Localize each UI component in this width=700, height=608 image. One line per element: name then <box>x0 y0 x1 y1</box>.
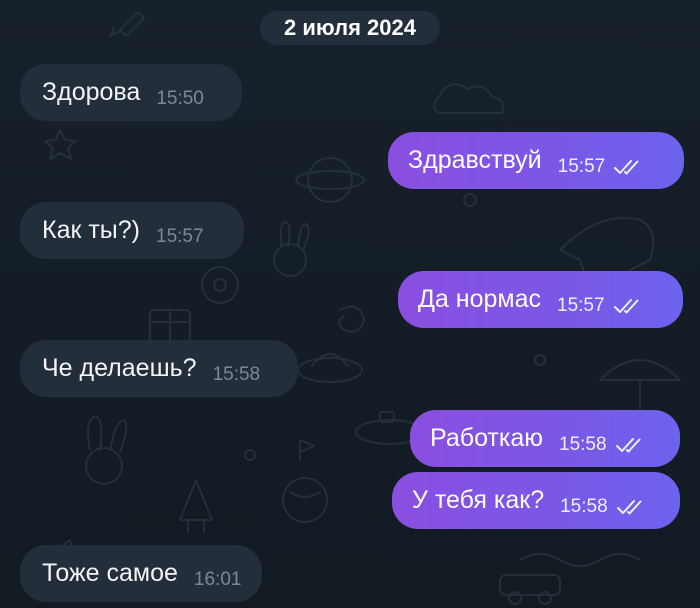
message-bubble-outgoing[interactable]: Здравствуй 15:57 <box>388 132 684 189</box>
message-time: 15:57 <box>156 225 204 247</box>
message-bubble-incoming[interactable]: Тоже самое 16:01 <box>20 545 262 602</box>
double-check-icon <box>613 298 639 313</box>
message-time: 15:58 <box>212 363 261 385</box>
message-text: Че делаешь? <box>42 354 197 382</box>
message-time: 15:58 <box>559 433 607 455</box>
message-text: Как ты?) <box>42 216 140 244</box>
message-bubble-outgoing[interactable]: Да нормас 15:57 <box>398 271 683 328</box>
message-text: Да нормас <box>418 285 541 313</box>
double-check-icon <box>616 499 642 514</box>
message-bubble-outgoing[interactable]: Работкаю 15:58 <box>410 410 680 467</box>
message-time: 15:58 <box>560 495 608 517</box>
date-separator: 2 июля 2024 <box>260 11 440 45</box>
message-text: Здравствуй <box>408 146 542 174</box>
message-bubble-outgoing[interactable]: У тебя как? 15:58 <box>392 472 680 529</box>
message-time: 15:57 <box>557 294 605 316</box>
message-text: У тебя как? <box>412 486 545 514</box>
message-bubble-incoming[interactable]: Че делаешь? 15:58 <box>20 340 298 397</box>
double-check-icon <box>615 437 641 452</box>
message-bubble-incoming[interactable]: Здорова 15:50 <box>20 64 242 121</box>
message-bubble-incoming[interactable]: Как ты?) 15:57 <box>20 202 244 259</box>
message-text: Работкаю <box>430 424 544 452</box>
message-time: 15:50 <box>156 87 204 109</box>
message-time: 15:57 <box>557 155 606 177</box>
date-separator-label: 2 июля 2024 <box>284 15 416 40</box>
message-time: 16:01 <box>193 568 242 590</box>
message-text: Тоже самое <box>42 559 178 587</box>
message-text: Здорова <box>42 78 141 106</box>
double-check-icon <box>614 159 639 174</box>
